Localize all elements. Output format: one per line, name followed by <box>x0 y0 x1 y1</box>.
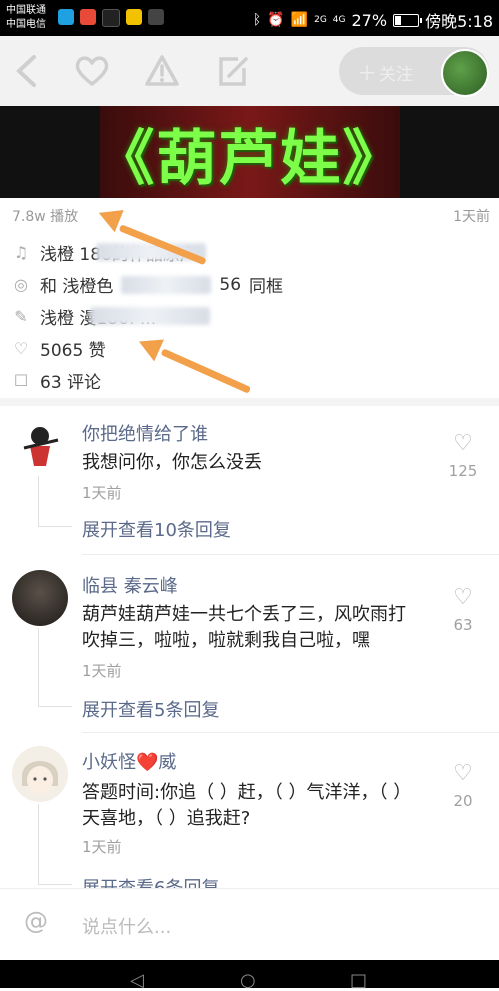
back-icon[interactable] <box>14 54 38 88</box>
clock: 傍晚5:18 <box>425 12 493 31</box>
status-bar: 中国联通 中国电信 ᛒ ⏰ 📶 2G 4G 27% 傍晚5:18 <box>0 0 499 36</box>
heart-outline-icon: ♡ <box>453 761 473 786</box>
user-avatar[interactable] <box>12 570 68 626</box>
signal-2g-label: 2G <box>314 15 327 25</box>
top-toolbar: ＋ 关注 <box>0 36 499 106</box>
battery-icon <box>393 13 423 27</box>
duet-icon: ◎ <box>14 275 28 294</box>
edit-icon[interactable] <box>216 54 250 88</box>
signal-4g-label: 4G <box>332 15 346 25</box>
notification-icons <box>58 9 164 27</box>
carrier-1: 中国联通 <box>6 5 46 16</box>
comment-time: 1天前 <box>82 662 122 680</box>
comment-separator <box>82 732 499 733</box>
annotation-arrow-2 <box>160 348 252 394</box>
comment-time: 1天前 <box>82 484 122 502</box>
comment-like-count: 125 <box>448 462 478 480</box>
app-notification-icon <box>58 9 74 25</box>
comment-text: 答题时间:你追（ ）赶，（ ）气洋洋，（ ）天喜地，（ ）追我赶? <box>82 782 412 829</box>
duet-mid: 56 <box>219 274 242 295</box>
thread-hook <box>38 526 72 527</box>
follow-button[interactable]: ＋ 关注 <box>339 47 489 97</box>
comment-like-button[interactable]: ♡ 125 <box>445 431 481 481</box>
bluetooth-icon: ᛒ <box>252 12 262 28</box>
comment-input[interactable]: 说点什么... <box>82 913 171 939</box>
banner-title: 《葫芦娃》 <box>94 124 405 194</box>
expand-replies[interactable]: 展开查看5条回复 <box>82 696 219 722</box>
status-right: ᛒ ⏰ 📶 2G 4G 27% 傍晚5:18 <box>253 8 493 32</box>
comment-like-count: 20 <box>453 792 473 810</box>
comment-input-bar: @ 说点什么... <box>0 888 499 961</box>
follow-label: 关注 <box>379 65 413 85</box>
app-yellow-icon <box>126 9 142 25</box>
thread-line <box>38 628 39 706</box>
video-meta: 7.8w 播放 1天前 <box>12 206 490 226</box>
system-nav-bar: ◁ ○ □ <box>0 960 499 991</box>
comments-count: 63 评论 <box>40 373 102 393</box>
user-avatar[interactable] <box>12 418 68 474</box>
comment-like-count: 63 <box>453 616 473 634</box>
pencil-icon: ✎ <box>14 307 28 326</box>
thread-hook <box>38 706 72 707</box>
carrier-2: 中国电信 <box>6 19 46 30</box>
annotation-arrow-2-head <box>134 330 164 362</box>
ninja-avatar-icon <box>23 427 59 466</box>
thread-hook <box>38 884 72 885</box>
plus-icon: ＋ <box>357 61 377 85</box>
battery-fill <box>395 15 401 25</box>
battery-percent: 27% <box>351 10 388 30</box>
video-banner[interactable]: 《葫芦娃》 <box>0 106 499 198</box>
squirrel-app-icon <box>148 9 164 25</box>
comment-text: 葫芦娃葫芦娃一共七个丢了三，风吹雨打吹掉三，啦啦，啦就剩我自己啦，嘿 <box>82 604 406 651</box>
likes-count: 5065 赞 <box>40 341 106 361</box>
duet-suffix: 同框 <box>249 277 284 297</box>
wifi-icon: 📶 <box>290 12 309 28</box>
heart-outline-icon: ♡ <box>453 431 473 456</box>
warning-icon[interactable] <box>144 54 180 88</box>
at-mention-icon[interactable]: @ <box>24 907 48 935</box>
heart-outline-icon: ♡ <box>453 585 473 610</box>
anime-avatar-icon <box>22 761 58 794</box>
comment-username[interactable]: 临县 秦云峰 <box>82 572 178 598</box>
comment-username[interactable]: 你把绝情给了谁 <box>82 420 208 446</box>
news-app-icon <box>80 9 96 25</box>
comments-line[interactable]: ☐ 63 评论 <box>10 368 101 393</box>
alarm-icon: ⏰ <box>267 12 285 28</box>
duet-prefix: 和 浅橙色 <box>40 277 114 297</box>
thread-line <box>38 476 39 526</box>
carrier-info: 中国联通 中国电信 <box>6 4 46 32</box>
comment-time: 1天前 <box>82 838 122 856</box>
blurred-name-2 <box>121 275 212 294</box>
play-count: 7.8w 播放 <box>12 209 79 225</box>
likes-line[interactable]: ♡ 5065 赞 <box>10 336 106 361</box>
user-avatar[interactable] <box>12 746 68 802</box>
blurred-name-3 <box>90 307 210 325</box>
heart-icon[interactable] <box>74 54 110 88</box>
post-date: 1天前 <box>453 209 490 225</box>
comment-like-button[interactable]: ♡ 20 <box>445 761 481 811</box>
comment-username[interactable]: 小妖怪❤️威 <box>82 748 176 774</box>
comment-separator <box>82 554 499 555</box>
music-note-icon: ♫ <box>13 243 29 262</box>
expand-replies[interactable]: 展开查看10条回复 <box>82 516 231 542</box>
author-avatar[interactable] <box>441 49 489 97</box>
thread-line <box>38 804 39 884</box>
section-divider <box>0 398 499 406</box>
tiktok-icon <box>102 9 120 27</box>
comment-bubble-icon: ☐ <box>13 371 29 390</box>
like-heart-icon: ♡ <box>13 339 29 358</box>
comment-like-button[interactable]: ♡ 63 <box>445 585 481 635</box>
comment-text: 我想问你，你怎么没丢 <box>82 452 262 473</box>
duet-link[interactable]: ◎ 和 浅橙色 56 同框 <box>10 272 284 298</box>
